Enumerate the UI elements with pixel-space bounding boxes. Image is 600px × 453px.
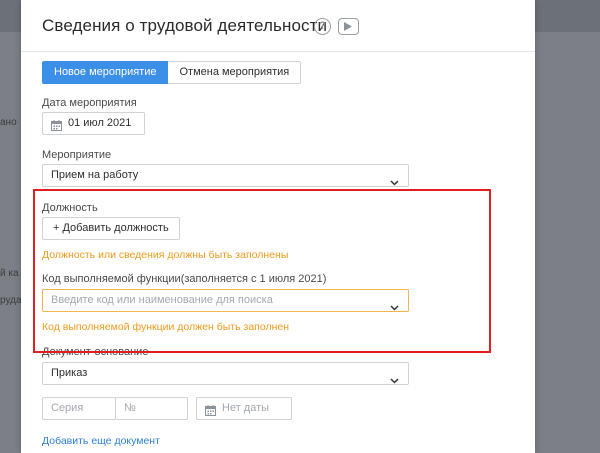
add-position-button[interactable]: + Добавить должность — [42, 217, 180, 240]
function-code-label: Код выполняемой функции(заполняется с 1 … — [42, 273, 327, 285]
document-date-placeholder: Нет даты — [222, 402, 270, 414]
chevron-down-icon — [390, 298, 399, 319]
calendar-icon — [51, 118, 62, 139]
document-select-value: Приказ — [51, 367, 88, 379]
chevron-down-icon — [390, 371, 399, 392]
help-icon[interactable]: ? — [314, 18, 331, 35]
document-number-placeholder: № — [124, 402, 136, 414]
event-type-tabs: Новое мероприятие Отмена мероприятия — [42, 61, 302, 84]
position-label: Должность — [42, 202, 98, 214]
tab-cancel-event[interactable]: Отмена мероприятия — [168, 61, 302, 84]
document-select[interactable]: Приказ — [42, 362, 409, 385]
chevron-down-icon — [390, 173, 399, 194]
background-text-fragment: й ка — [0, 268, 19, 279]
function-code-error: Код выполняемой функции должен быть запо… — [42, 321, 290, 333]
background-text-fragment: ано — [0, 117, 17, 128]
document-number-input[interactable]: № — [115, 397, 188, 420]
add-document-link[interactable]: Добавить еще документ — [42, 435, 160, 447]
modal-title: Сведения о трудовой деятельности — [42, 16, 328, 35]
video-play-icon[interactable] — [338, 18, 359, 35]
document-series-input[interactable]: Серия — [42, 397, 116, 420]
calendar-icon — [205, 403, 216, 424]
background-text-fragment: руда — [0, 295, 22, 306]
document-label: Документ-основание — [42, 346, 149, 358]
event-label: Мероприятие — [42, 149, 112, 161]
document-series-placeholder: Серия — [51, 402, 84, 414]
position-error: Должность или сведения должны быть запол… — [42, 249, 289, 261]
document-date-field[interactable]: Нет даты — [196, 397, 292, 420]
event-select-value: Прием на работу — [51, 169, 139, 181]
modal-header: Сведения о трудовой деятельности ? — [21, 0, 535, 52]
function-code-select[interactable]: Введите код или наименование для поиска — [42, 289, 409, 312]
event-date-label: Дата мероприятия — [42, 97, 137, 109]
function-code-placeholder: Введите код или наименование для поиска — [51, 294, 273, 306]
event-select[interactable]: Прием на работу — [42, 164, 409, 187]
event-date-field[interactable]: 01 июл 2021 — [42, 112, 145, 135]
event-date-value: 01 июл 2021 — [68, 117, 132, 129]
tab-new-event[interactable]: Новое мероприятие — [42, 61, 169, 84]
employment-info-modal: Сведения о трудовой деятельности ? Новое… — [21, 0, 535, 453]
